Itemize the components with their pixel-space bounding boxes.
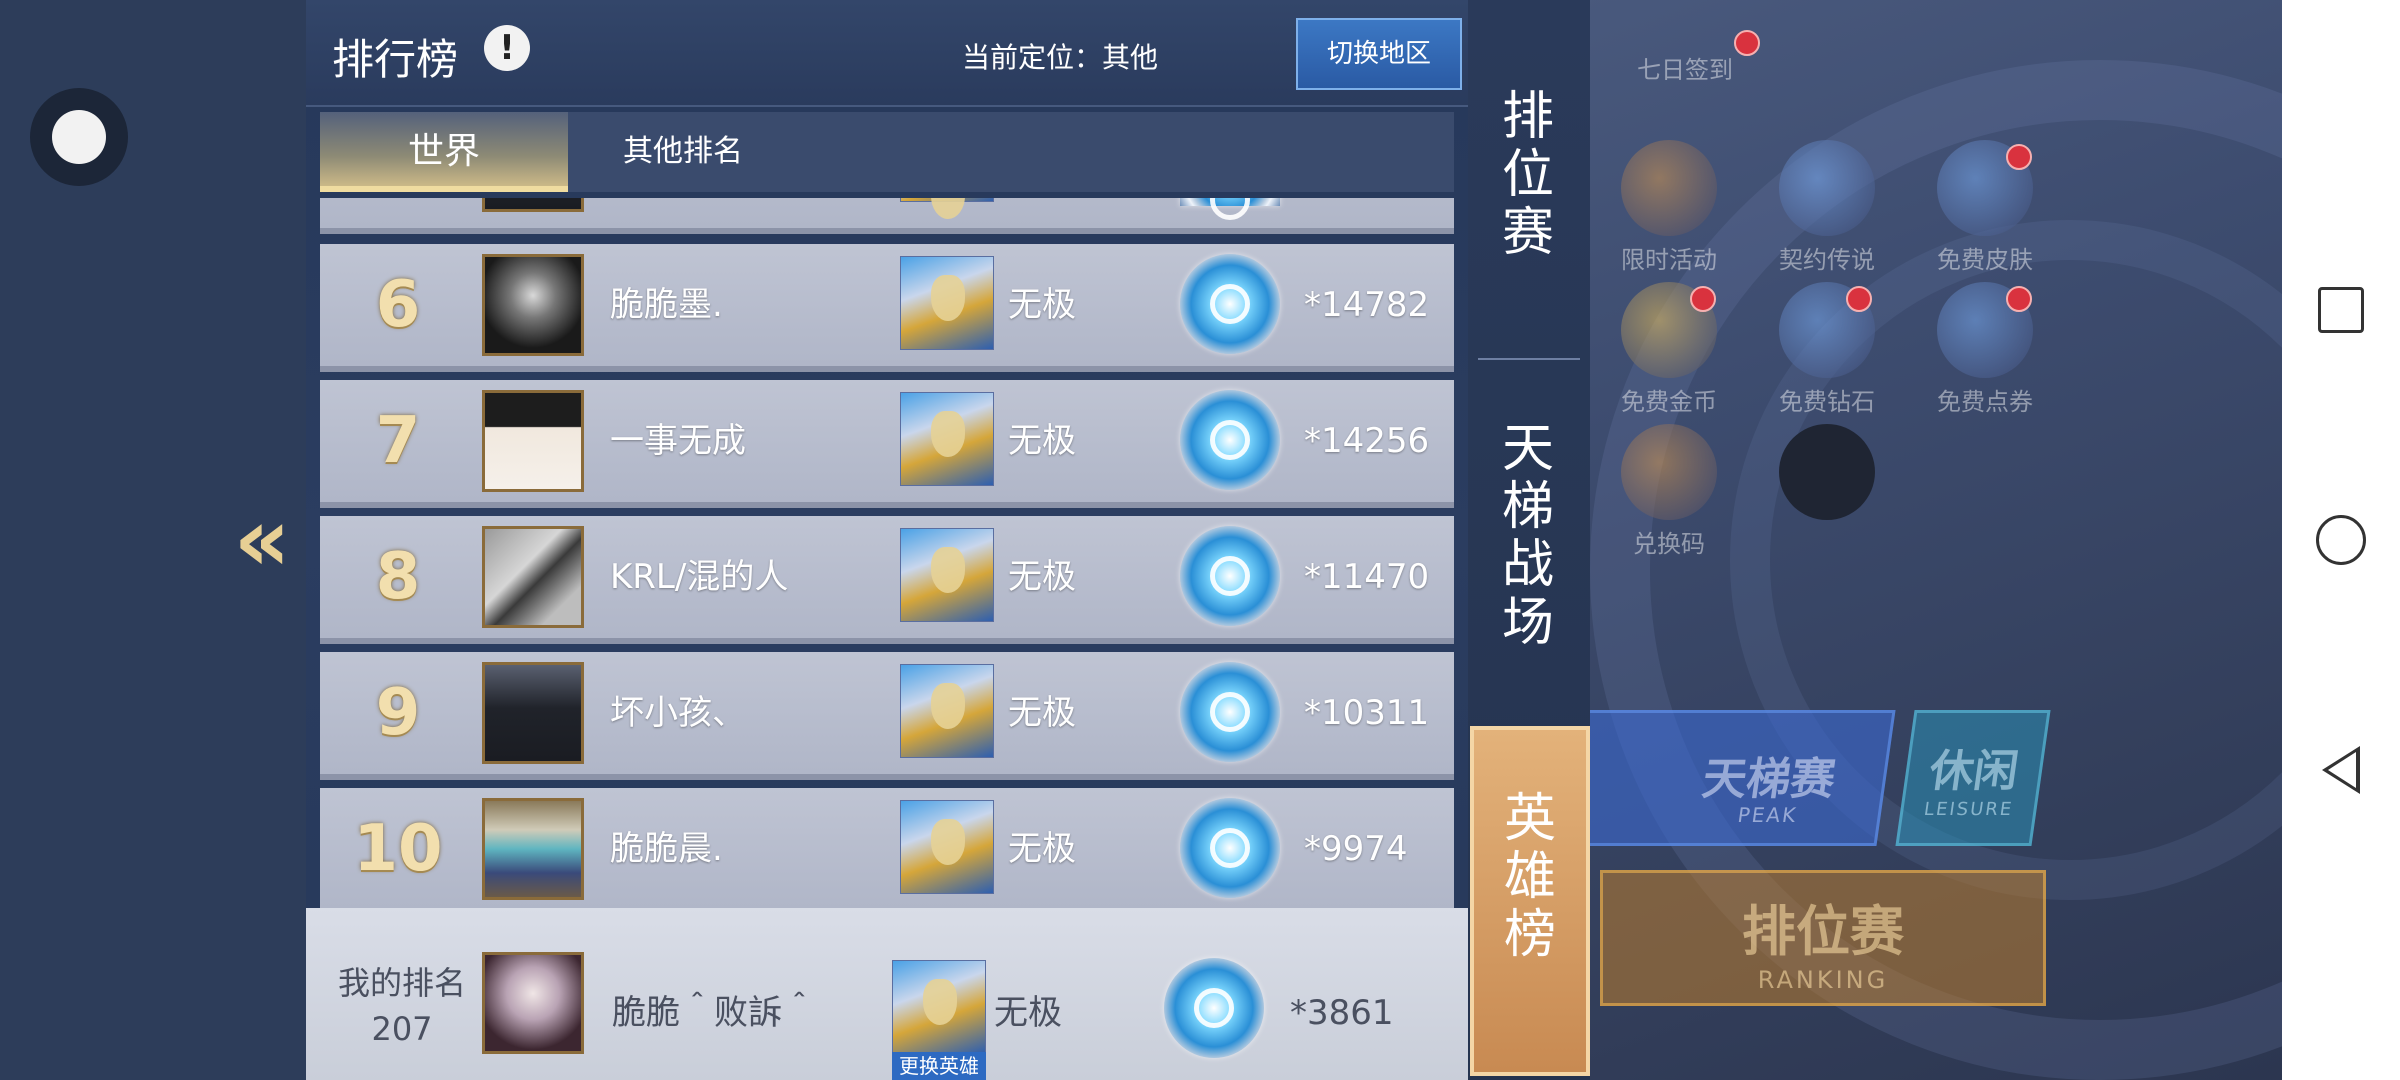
bg-free-diamond[interactable]: 免费钻石 [1762, 282, 1892, 417]
hero-score: *9974 [1304, 829, 1408, 869]
rank-number: 8 [375, 540, 421, 614]
redeem-code-icon [1621, 424, 1717, 520]
collapse-panel-icon[interactable]: « [232, 496, 292, 584]
my-hero-name: 无极 [994, 993, 1062, 1033]
hero-name: 无极 [1008, 693, 1076, 733]
table-row[interactable] [320, 198, 1454, 234]
player-avatar [482, 662, 584, 764]
hero-score: *10311 [1304, 693, 1430, 733]
bg-limited-event[interactable]: 限时活动 [1604, 140, 1734, 275]
hero-name: 无极 [1008, 285, 1076, 325]
hero-portrait [900, 800, 994, 894]
diamond-rank-badge-icon [1180, 254, 1280, 354]
my-ranking-row: 我的排名 207 脆脆＾败訴＾ 更换英雄 无极 *3861 [306, 908, 1468, 1080]
my-player-name: 脆脆＾败訴＾ [612, 993, 816, 1033]
player-name: 坏小孩、 [610, 693, 746, 733]
bg-sound-toggle[interactable] [1762, 424, 1892, 524]
contract-legend-icon [1779, 140, 1875, 236]
hero-score: *11470 [1304, 557, 1430, 597]
floating-assistant-button[interactable] [30, 88, 128, 186]
table-row[interactable]: 8 KRL/混的人 无极 *11470 [320, 516, 1454, 644]
bg-redeem-code[interactable]: 兑换码 [1604, 424, 1734, 559]
tab-other-rankings[interactable]: 其他排名 [568, 112, 798, 192]
notification-dot [1734, 30, 1760, 56]
category-side-tabs: 排位赛 天梯战场 英雄榜 [1468, 0, 1590, 1080]
diamond-rank-badge-icon [1180, 390, 1280, 490]
hero-name: 无极 [1008, 557, 1076, 597]
back-button[interactable] [2282, 744, 2400, 796]
switch-region-button[interactable]: 切换地区 [1296, 18, 1462, 90]
my-hero-portrait[interactable] [892, 960, 986, 1054]
rank-number: 10 [353, 812, 443, 886]
notification-dot [2006, 286, 2032, 312]
hero-score: *14782 [1304, 285, 1430, 325]
rank-number: 6 [375, 268, 421, 342]
info-icon[interactable]: ! [484, 25, 530, 71]
diamond-rank-badge-icon [1180, 662, 1280, 762]
player-name: KRL/混的人 [610, 557, 789, 597]
diamond-rank-badge-icon [1180, 798, 1280, 898]
hero-portrait [900, 528, 994, 622]
player-avatar [482, 798, 584, 900]
side-tab-ladder[interactable]: 天梯战场 [1498, 420, 1558, 652]
rank-number: 7 [375, 404, 421, 478]
diamond-rank-badge-icon [1180, 198, 1280, 220]
my-avatar [482, 952, 584, 1054]
my-rank-label: 我的排名 207 [316, 960, 488, 1052]
diamond-rank-badge-icon [1164, 958, 1264, 1058]
my-rank-number: 207 [371, 1010, 433, 1048]
hero-name: 无极 [1008, 421, 1076, 461]
notification-dot [1846, 286, 1872, 312]
player-name: 脆脆墨. [610, 285, 723, 325]
my-rank-title: 我的排名 [337, 964, 466, 1002]
bg-ranked-mode-button[interactable]: 排位赛 RANKING [1600, 870, 2046, 1006]
player-avatar [482, 198, 584, 212]
ranking-tabs: 世界 其他排名 [320, 112, 1454, 192]
hero-name: 无极 [1008, 829, 1076, 869]
player-avatar [482, 254, 584, 356]
home-button[interactable] [2282, 514, 2400, 566]
floating-ball-dot [52, 110, 106, 164]
table-row[interactable]: 10 脆脆晨. 无极 *9974 [320, 788, 1454, 908]
leaderboard-panel: 排行榜 ! 当前定位：其他 切换地区 世界 其他排名 6 脆脆墨. 无极 *14… [306, 0, 1468, 1080]
diamond-rank-badge-icon [1180, 526, 1280, 626]
hero-portrait [900, 664, 994, 758]
hero-score: *14256 [1304, 421, 1430, 461]
side-tab-divider [1478, 358, 1580, 360]
side-tab-hero-ranking[interactable]: 英雄榜 [1470, 726, 1590, 1076]
rank-number: 9 [375, 676, 421, 750]
panel-header: 排行榜 ! 当前定位：其他 切换地区 [306, 0, 1468, 107]
circle-icon [2316, 515, 2366, 565]
hero-portrait [900, 392, 994, 486]
tab-world[interactable]: 世界 [320, 112, 568, 192]
my-hero-score: *3861 [1290, 993, 1394, 1033]
hero-portrait [900, 256, 994, 350]
player-avatar [482, 390, 584, 492]
table-row[interactable]: 9 坏小孩、 无极 *10311 [320, 652, 1454, 780]
ranking-list[interactable]: 6 脆脆墨. 无极 *14782 7 一事无成 无极 *14256 8 KRL/… [320, 198, 1454, 908]
speaker-icon [1779, 424, 1875, 520]
bg-contract-legend[interactable]: 契约传说 [1762, 140, 1892, 275]
player-name: 脆脆晨. [610, 829, 723, 869]
table-row[interactable]: 7 一事无成 无极 *14256 [320, 380, 1454, 508]
bg-leisure-mode-button[interactable]: 休闲 LEISURE [1895, 710, 2051, 846]
notification-dot [2006, 144, 2032, 170]
player-avatar [482, 526, 584, 628]
square-icon [2318, 287, 2364, 333]
bg-seven-day-signin[interactable]: 七日签到 [1620, 50, 1750, 85]
system-navigation-bar [2282, 0, 2400, 1080]
recents-button[interactable] [2282, 286, 2400, 334]
bg-peak-mode-button[interactable]: 天梯赛 PEAK [1550, 710, 1896, 846]
page-title: 排行榜 [332, 35, 459, 84]
side-tab-ranked[interactable]: 排位赛 [1498, 88, 1558, 262]
player-name: 一事无成 [610, 421, 746, 461]
side-tab-hero-label: 英雄榜 [1503, 789, 1556, 965]
notification-dot [1690, 286, 1716, 312]
table-row[interactable]: 6 脆脆墨. 无极 *14782 [320, 244, 1454, 372]
current-location: 当前定位：其他 [962, 41, 1159, 74]
limited-event-icon [1621, 140, 1717, 236]
change-hero-button[interactable]: 更换英雄 [892, 1052, 986, 1080]
triangle-back-icon [2322, 746, 2360, 794]
hero-portrait [900, 198, 994, 219]
